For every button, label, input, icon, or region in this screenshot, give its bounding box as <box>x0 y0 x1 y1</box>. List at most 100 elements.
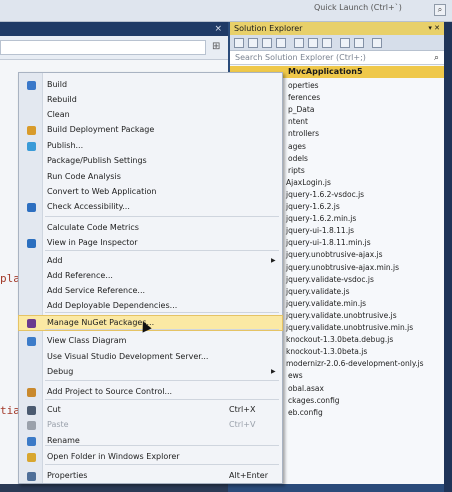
tree-item[interactable]: ripts <box>288 165 305 177</box>
menu-item-label: Add Deployable Dependencies... <box>47 301 178 310</box>
menu-item-debug[interactable]: Debug ▶ <box>19 365 282 379</box>
search-icon: ⌕ <box>433 53 439 63</box>
tree-item[interactable]: jquery-1.6.2.min.js <box>286 213 356 225</box>
split-icon[interactable]: ⊞ <box>212 41 220 52</box>
tree-item[interactable]: ntent <box>288 116 308 128</box>
member-dropdown[interactable] <box>0 40 206 55</box>
menu-item-view-class-diagram[interactable]: View Class Diagram <box>19 334 282 348</box>
menu-separator <box>45 312 279 313</box>
tree-item[interactable]: jquery.validate.unobtrusive.js <box>286 310 397 322</box>
menu-item-shortcut: Alt+Enter <box>229 471 269 480</box>
menu-item-build[interactable]: Build <box>19 78 282 92</box>
menu-item-shortcut: Ctrl+X <box>229 405 256 414</box>
tree-item[interactable]: jquery.unobtrusive-ajax.min.js <box>286 262 399 274</box>
quick-launch-input[interactable]: Quick Launch (Ctrl+`) <box>314 3 426 17</box>
tree-item[interactable]: eb.config <box>288 407 323 419</box>
menu-item-label: Build <box>47 80 68 89</box>
menu-item-rebuild[interactable]: Rebuild <box>19 93 282 107</box>
tree-item[interactable]: operties <box>288 80 319 92</box>
menu-item-paste[interactable]: Paste Ctrl+V <box>19 418 282 432</box>
tree-item[interactable]: obal.asax <box>288 383 324 395</box>
tree-item[interactable]: knockout-1.3.0beta.js <box>286 346 367 358</box>
tree-item[interactable]: p_Data <box>288 104 314 116</box>
menu-item-cut[interactable]: Cut Ctrl+X <box>19 403 282 417</box>
menu-item-properties[interactable]: Properties Alt+Enter <box>19 469 282 483</box>
menu-item-add-project-to-source-control[interactable]: Add Project to Source Control... <box>19 385 282 399</box>
menu-item-label: Check Accessibility... <box>47 202 130 211</box>
menu-item-label: View in Page Inspector <box>47 238 138 247</box>
menu-item-add[interactable]: Add ▶ <box>19 254 282 268</box>
tree-item[interactable]: jquery.validate.js <box>286 286 350 298</box>
tree-item[interactable]: odels <box>288 153 308 165</box>
menu-item-label: Use Visual Studio Development Server... <box>47 352 209 361</box>
tree-item[interactable]: jquery-1.6.2-vsdoc.js <box>286 189 364 201</box>
tree-item[interactable]: ckages.config <box>288 395 340 407</box>
menu-item-label: Convert to Web Application <box>47 187 157 196</box>
menu-separator <box>45 250 279 251</box>
menu-item-publish[interactable]: Publish... <box>19 139 282 153</box>
cut-icon <box>27 406 36 415</box>
tree-item[interactable]: jquery-ui-1.8.11.js <box>286 225 354 237</box>
menu-separator <box>45 329 279 330</box>
tree-item[interactable]: modernizr-2.0.6-development-only.js <box>286 358 424 370</box>
refresh-icon[interactable] <box>294 38 304 48</box>
menu-item-add-service-reference[interactable]: Add Service Reference... <box>19 284 282 298</box>
menu-item-label: Clean <box>47 110 70 119</box>
status-strip <box>228 484 452 492</box>
menu-item-add-deployable-dependencies[interactable]: Add Deployable Dependencies... <box>19 299 282 313</box>
menu-separator <box>45 445 279 446</box>
project-context-menu: Build Rebuild Clean Build Deployment Packag… <box>18 72 283 484</box>
tree-item[interactable]: ferences <box>288 92 320 104</box>
menu-item-label: Cut <box>47 405 61 414</box>
editor-tab-strip: × <box>0 22 228 36</box>
menu-item-view-in-page-inspector[interactable]: View in Page Inspector <box>19 236 282 250</box>
tree-item[interactable]: AjaxLogin.js <box>286 177 331 189</box>
publish-icon <box>27 142 36 151</box>
menu-item-convert-to-web-application[interactable]: Convert to Web Application <box>19 185 282 199</box>
solution-explorer-search[interactable]: Search Solution Explorer (Ctrl+;) ⌕ <box>230 51 444 65</box>
menu-item-label: Add <box>47 256 63 265</box>
menu-item-label: Package/Publish Settings <box>47 156 147 165</box>
search-icon[interactable]: ⌕ <box>434 4 446 16</box>
menu-item-use-visual-studio-development-server[interactable]: Use Visual Studio Development Server... <box>19 350 282 364</box>
menu-item-calculate-code-metrics[interactable]: Calculate Code Metrics <box>19 221 282 235</box>
tree-item[interactable]: jquery.validate-vsdoc.js <box>286 274 374 286</box>
tree-item[interactable]: ews <box>288 370 303 382</box>
tree-item[interactable]: knockout-1.3.0beta.debug.js <box>286 334 393 346</box>
tree-item[interactable]: jquery-1.6.2.js <box>286 201 340 213</box>
menu-item-label: Properties <box>47 471 88 480</box>
window-edge <box>444 22 452 492</box>
tree-item[interactable]: jquery-ui-1.8.11.min.js <box>286 237 371 249</box>
forward-icon[interactable] <box>248 38 258 48</box>
menu-item-label: Paste <box>47 420 69 429</box>
menu-item-add-reference[interactable]: Add Reference... <box>19 269 282 283</box>
menu-item-run-code-analysis[interactable]: Run Code Analysis <box>19 170 282 184</box>
package-icon <box>27 126 36 135</box>
show-all-files-icon[interactable] <box>322 38 332 48</box>
menu-item-label: Calculate Code Metrics <box>47 223 139 232</box>
menu-item-label: Publish... <box>47 141 84 150</box>
menu-item-package-publish-settings[interactable]: Package/Publish Settings <box>19 154 282 168</box>
menu-item-build-deployment-package[interactable]: Build Deployment Package <box>19 123 282 137</box>
menu-item-check-accessibility[interactable]: Check Accessibility... <box>19 200 282 214</box>
home-icon[interactable] <box>262 38 272 48</box>
tree-item[interactable]: ages <box>288 141 306 153</box>
menu-item-open-folder-in-windows-explorer[interactable]: Open Folder in Windows Explorer <box>19 450 282 464</box>
menu-item-label: Rebuild <box>47 95 77 104</box>
menu-item-clean[interactable]: Clean <box>19 108 282 122</box>
collapse-all-icon[interactable] <box>308 38 318 48</box>
tree-item[interactable]: jquery.validate.min.js <box>286 298 366 310</box>
tree-item[interactable]: jquery.validate.unobtrusive.min.js <box>286 322 413 334</box>
menu-item-label: Debug <box>47 367 74 376</box>
view-code-icon[interactable] <box>354 38 364 48</box>
tree-item[interactable]: jquery.unobtrusive-ajax.js <box>286 249 383 261</box>
tree-item[interactable]: ntrollers <box>288 128 319 140</box>
sync-icon[interactable] <box>276 38 286 48</box>
preview-icon[interactable] <box>372 38 382 48</box>
panel-controls-icon[interactable]: ▾ ✕ <box>428 22 440 35</box>
back-icon[interactable] <box>234 38 244 48</box>
menu-item-label: View Class Diagram <box>47 336 127 345</box>
close-icon[interactable]: × <box>214 22 222 36</box>
solution-explorer-toolbar <box>230 35 444 51</box>
properties-icon[interactable] <box>340 38 350 48</box>
